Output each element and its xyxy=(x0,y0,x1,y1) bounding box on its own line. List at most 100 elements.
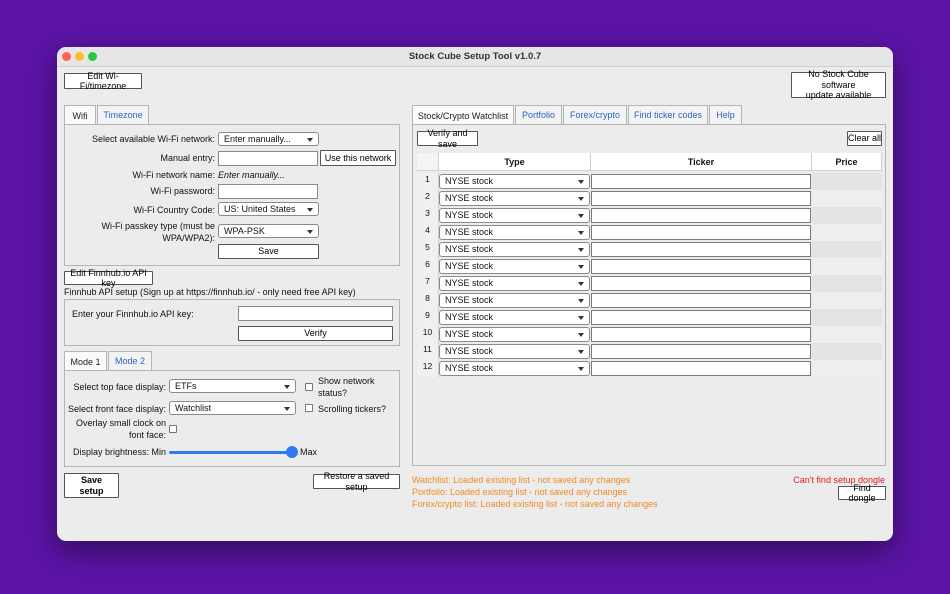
row-number: 1 xyxy=(417,173,439,190)
ticker-input[interactable] xyxy=(591,327,811,342)
edit-finnhub-button[interactable]: Edit Finnhub.io API key xyxy=(64,268,153,288)
overlay-clock-label-line2: font face: xyxy=(128,430,166,440)
tab-wifi[interactable]: Wifi xyxy=(64,105,96,125)
type-select[interactable]: NYSE stock xyxy=(439,344,590,359)
wifi-panel: Select available Wi-Fi network: Enter ma… xyxy=(64,124,400,266)
use-network-button[interactable]: Use this network xyxy=(320,150,396,166)
tab-mode-1[interactable]: Mode 1 xyxy=(64,351,107,371)
brightness-slider-knob[interactable] xyxy=(286,446,298,458)
network-name-label: Wi-Fi network name: xyxy=(132,170,215,180)
row-number: 10 xyxy=(417,326,439,343)
ticker-input[interactable] xyxy=(591,293,811,308)
brightness-slider-fill xyxy=(169,451,294,454)
front-face-select[interactable]: Watchlist xyxy=(169,401,296,415)
network-select[interactable]: Enter manually... xyxy=(218,132,319,146)
network-name-value: Enter manually... xyxy=(218,170,285,180)
tab-portfolio[interactable]: Portfolio xyxy=(515,105,562,124)
tab-timezone[interactable]: Timezone xyxy=(97,105,149,124)
tab-find-ticker-codes[interactable]: Find ticker codes xyxy=(628,105,708,124)
type-select-value: NYSE stock xyxy=(445,295,494,305)
column-header-type[interactable]: Type xyxy=(439,153,591,171)
ticker-input[interactable] xyxy=(591,225,811,240)
find-dongle-button[interactable]: Find dongle xyxy=(838,483,886,503)
table-row: 2 NYSE stock xyxy=(417,190,882,207)
tab-help[interactable]: Help xyxy=(709,105,742,124)
wifi-save-button[interactable]: Save xyxy=(218,244,319,259)
table-row: 11 NYSE stock xyxy=(417,343,882,360)
show-network-checkbox[interactable] xyxy=(305,383,313,391)
type-select[interactable]: NYSE stock xyxy=(439,242,590,257)
country-code-select[interactable]: US: United States xyxy=(218,202,319,216)
type-select-value: NYSE stock xyxy=(445,244,494,254)
top-face-select[interactable]: ETFs xyxy=(169,379,296,393)
row-number: 11 xyxy=(417,343,439,360)
chevron-down-icon xyxy=(578,197,584,201)
type-select[interactable]: NYSE stock xyxy=(439,361,590,376)
clear-all-button[interactable]: Clear all xyxy=(847,131,882,146)
table-row: 5 NYSE stock xyxy=(417,241,882,258)
table-row: 3 NYSE stock xyxy=(417,207,882,224)
row-number: 6 xyxy=(417,258,439,275)
front-face-value: Watchlist xyxy=(175,403,212,413)
ticker-input[interactable] xyxy=(591,191,811,206)
type-select[interactable]: NYSE stock xyxy=(439,208,590,223)
verify-and-save-button[interactable]: Verify and save xyxy=(417,128,478,149)
save-setup-button[interactable]: Save setup xyxy=(64,473,119,498)
type-select[interactable]: NYSE stock xyxy=(439,259,590,274)
overlay-clock-checkbox[interactable] xyxy=(169,425,177,433)
type-select-value: NYSE stock xyxy=(445,363,494,373)
window-title: Stock Cube Setup Tool v1.0.7 xyxy=(408,51,542,62)
type-select[interactable]: NYSE stock xyxy=(439,276,590,291)
tab-forex-crypto[interactable]: Forex/crypto xyxy=(563,105,627,124)
scrolling-tickers-checkbox[interactable] xyxy=(305,404,313,412)
passkey-select[interactable]: WPA-PSK xyxy=(218,224,319,238)
type-select-value: NYSE stock xyxy=(445,278,494,288)
country-code-label: Wi-Fi Country Code: xyxy=(133,205,215,215)
type-select[interactable]: NYSE stock xyxy=(439,191,590,206)
restore-setup-button[interactable]: Restore a saved setup xyxy=(313,471,400,492)
country-code-value: US: United States xyxy=(224,204,296,214)
table-row: 8 NYSE stock xyxy=(417,292,882,309)
ticker-input[interactable] xyxy=(591,310,811,325)
row-number: 9 xyxy=(417,309,439,326)
column-header-price[interactable]: Price xyxy=(812,153,882,171)
price-cell xyxy=(812,207,882,224)
password-label: Wi-Fi password: xyxy=(150,186,215,196)
ticker-input[interactable] xyxy=(591,242,811,257)
ticker-input[interactable] xyxy=(591,276,811,291)
ticker-input[interactable] xyxy=(591,208,811,223)
edit-wifi-button[interactable]: Edit Wi-Fi/timezone xyxy=(64,71,142,91)
overlay-clock-label-line1: Overlay small clock on xyxy=(75,418,166,428)
update-status-button[interactable]: No Stock Cube software update available xyxy=(791,69,886,100)
save-setup-line1: Save xyxy=(80,475,103,486)
password-input[interactable] xyxy=(218,184,318,199)
chevron-down-icon xyxy=(307,138,313,142)
tab-mode-2[interactable]: Mode 2 xyxy=(108,351,152,370)
type-select[interactable]: NYSE stock xyxy=(439,293,590,308)
ticker-input[interactable] xyxy=(591,361,811,376)
update-status-line1: No Stock Cube software xyxy=(808,69,869,90)
row-number: 2 xyxy=(417,190,439,207)
type-select[interactable]: NYSE stock xyxy=(439,310,590,325)
ticker-input[interactable] xyxy=(591,174,811,189)
table-row: 12 NYSE stock xyxy=(417,360,882,377)
tab-watchlist[interactable]: Stock/Crypto Watchlist xyxy=(412,105,514,125)
price-cell xyxy=(812,360,882,377)
type-select-value: NYSE stock xyxy=(445,261,494,271)
scrolling-tickers-label: Scrolling tickers? xyxy=(318,404,387,414)
manual-entry-input[interactable] xyxy=(218,151,318,166)
show-network-label-line2: status? xyxy=(318,388,348,398)
ticker-input[interactable] xyxy=(591,259,811,274)
type-select[interactable]: NYSE stock xyxy=(439,225,590,240)
column-header-ticker[interactable]: Ticker xyxy=(591,153,812,171)
type-select[interactable]: NYSE stock xyxy=(439,327,590,342)
passkey-label-line2: WPA/WPA2): xyxy=(162,233,215,243)
api-key-input[interactable] xyxy=(238,306,393,321)
ticker-input[interactable] xyxy=(591,344,811,359)
type-select[interactable]: NYSE stock xyxy=(439,174,590,189)
portfolio-status: Portfolio: Loaded existing list - not sa… xyxy=(412,487,628,497)
type-select-value: NYSE stock xyxy=(445,329,494,339)
title-bar: Stock Cube Setup Tool v1.0.7 xyxy=(57,47,893,67)
verify-button[interactable]: Verify xyxy=(238,326,393,341)
price-cell xyxy=(812,326,882,343)
